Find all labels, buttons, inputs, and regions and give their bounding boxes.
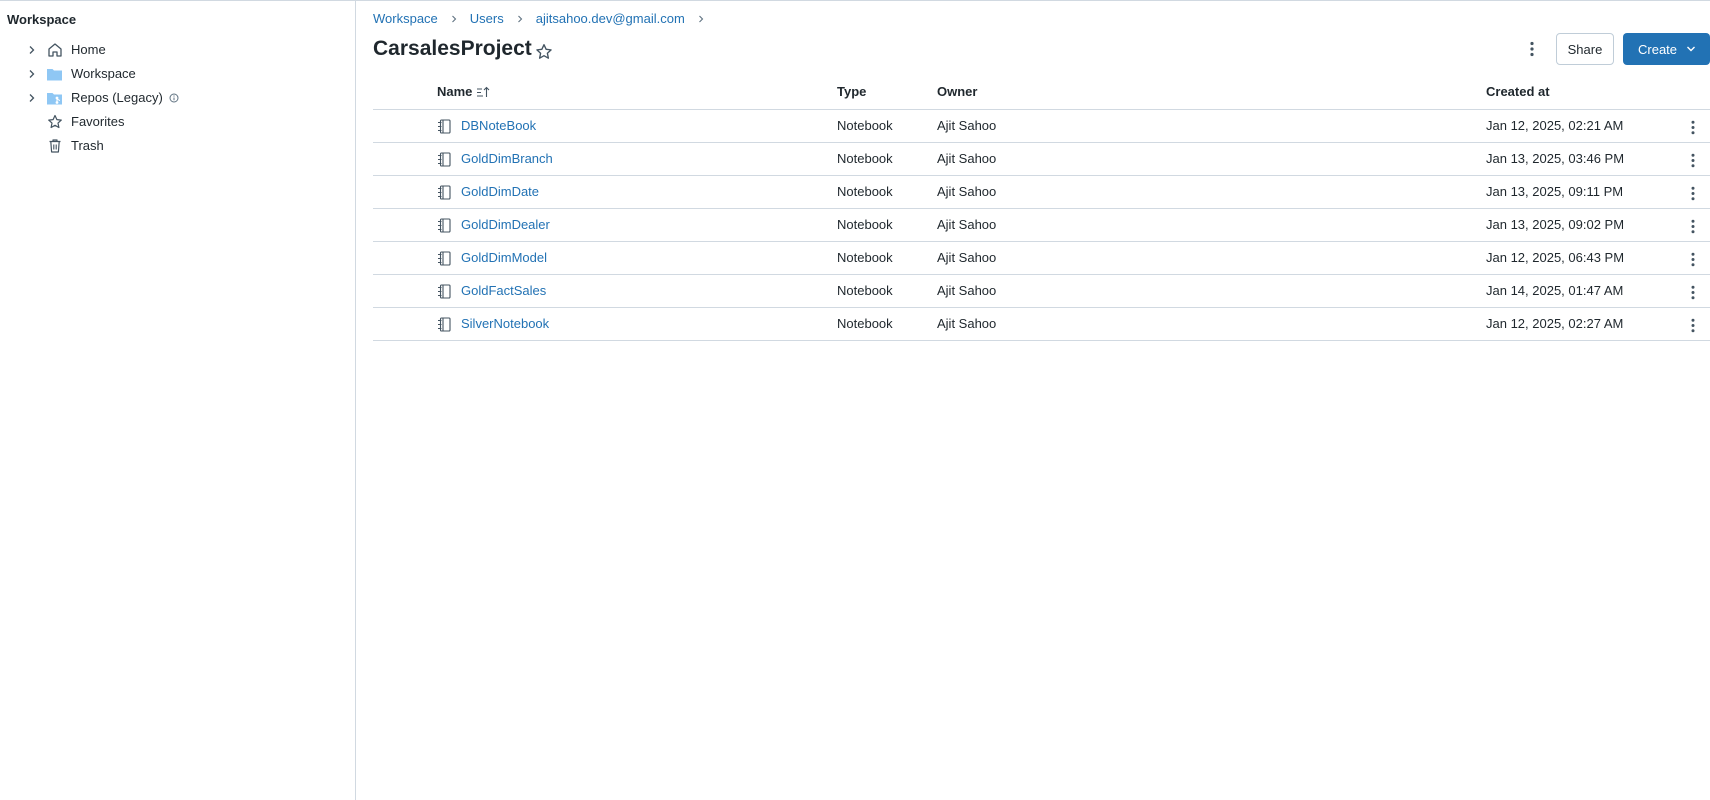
owner-cell: Ajit Sahoo: [937, 184, 997, 199]
column-header-name-label: Name: [437, 84, 473, 99]
table-row[interactable]: GoldDimDealer Notebook Ajit Sahoo Jan 13, 2…: [373, 209, 1710, 242]
created-at-cell: Jan 13, 2025, 09:11 PM: [1486, 184, 1624, 199]
sidebar-item-favorites[interactable]: Favorites: [0, 110, 356, 134]
owner-cell: Ajit Sahoo: [937, 118, 997, 133]
column-header-created[interactable]: Created at: [1486, 84, 1550, 99]
create-button-label: Create: [1638, 41, 1678, 57]
sidebar-item-home[interactable]: Home: [0, 38, 356, 62]
row-more-options-icon[interactable]: [1686, 316, 1700, 334]
breadcrumb: Workspace Users ajitsahoo.dev@gmail.com: [373, 11, 717, 26]
row-more-options-icon[interactable]: [1686, 250, 1700, 268]
created-at-cell: Jan 12, 2025, 02:27 AM: [1486, 316, 1624, 331]
type-cell: Notebook: [837, 316, 893, 331]
column-header-type[interactable]: Type: [837, 84, 866, 99]
owner-cell: Ajit Sahoo: [937, 316, 997, 331]
trash-icon: [46, 138, 63, 154]
notebook-icon: [437, 317, 451, 332]
sidebar-item-label: Trash: [71, 138, 104, 153]
star-icon: [46, 114, 63, 130]
created-at-cell: Jan 12, 2025, 06:43 PM: [1486, 250, 1625, 265]
chevron-right-icon: [449, 14, 459, 24]
sidebar-item-label: Home: [71, 42, 106, 57]
sidebar-item-label: Workspace: [71, 66, 136, 81]
notebook-icon: [437, 218, 451, 233]
folder-icon: [46, 66, 63, 82]
owner-cell: Ajit Sahoo: [937, 250, 997, 265]
notebook-name-link[interactable]: DBNoteBook: [461, 118, 536, 133]
row-more-options-icon[interactable]: [1686, 151, 1700, 169]
type-cell: Notebook: [837, 217, 893, 232]
table-row[interactable]: DBNoteBook Notebook Ajit Sahoo Jan 12, 2025…: [373, 110, 1710, 143]
type-cell: Notebook: [837, 184, 893, 199]
table-row[interactable]: GoldFactSales Notebook Ajit Sahoo Jan 14, 2…: [373, 275, 1710, 308]
page-title: CarsalesProject: [373, 37, 532, 60]
type-cell: Notebook: [837, 118, 893, 133]
notebook-name-link[interactable]: GoldDimBranch: [461, 151, 553, 166]
created-at-cell: Jan 14, 2025, 01:47 AM: [1486, 283, 1624, 298]
created-at-cell: Jan 13, 2025, 03:46 PM: [1486, 151, 1625, 166]
table-row[interactable]: GoldDimBranch Notebook Ajit Sahoo Jan 13, 2…: [373, 143, 1710, 176]
favorite-star-icon[interactable]: [535, 43, 553, 61]
notebook-icon: [437, 185, 451, 200]
chevron-right-icon: [696, 14, 706, 24]
more-options-icon[interactable]: [1524, 38, 1540, 60]
notebook-icon: [437, 152, 451, 167]
workspace-sidebar: Workspace Home Workspace Repos (Legacy) …: [0, 1, 356, 800]
created-at-cell: Jan 13, 2025, 09:02 PM: [1486, 217, 1625, 232]
row-more-options-icon[interactable]: [1686, 217, 1700, 235]
chevron-down-icon: [1686, 44, 1696, 54]
info-icon[interactable]: [169, 91, 179, 106]
owner-cell: Ajit Sahoo: [937, 283, 997, 298]
type-cell: Notebook: [837, 250, 893, 265]
notebook-name-link[interactable]: SilverNotebook: [461, 316, 549, 331]
table-row[interactable]: GoldDimDate Notebook Ajit Sahoo Jan 13, 202…: [373, 176, 1710, 209]
sidebar-item-label: Favorites: [71, 114, 125, 129]
row-more-options-icon[interactable]: [1686, 184, 1700, 202]
notebook-icon: [437, 119, 451, 134]
notebook-icon: [437, 284, 451, 299]
owner-cell: Ajit Sahoo: [937, 217, 997, 232]
breadcrumb-users[interactable]: Users: [470, 11, 504, 26]
chevron-right-icon[interactable]: [26, 68, 38, 80]
table-header: Name Type Owner Created at: [373, 77, 1710, 110]
sidebar-item-label-wrap: Repos (Legacy): [71, 90, 179, 106]
home-icon: [46, 42, 63, 58]
sidebar-item-trash[interactable]: Trash: [0, 134, 356, 158]
notebook-name-link[interactable]: GoldDimDate: [461, 184, 539, 199]
column-header-owner[interactable]: Owner: [937, 84, 977, 99]
workspace-tree: Home Workspace Repos (Legacy) Favorites …: [0, 38, 356, 158]
table-body: DBNoteBook Notebook Ajit Sahoo Jan 12, 2025…: [373, 110, 1710, 341]
sort-ascending-icon[interactable]: [476, 86, 490, 101]
type-cell: Notebook: [837, 283, 893, 298]
notebook-name-link[interactable]: GoldFactSales: [461, 283, 546, 298]
sidebar-title: Workspace: [7, 12, 77, 27]
workspace-table: Name Type Owner Created at DBNoteBook Not…: [373, 77, 1710, 341]
chevron-right-icon: [515, 14, 525, 24]
notebook-name-link[interactable]: GoldDimModel: [461, 250, 547, 265]
sidebar-item-repos[interactable]: Repos (Legacy): [0, 86, 356, 110]
owner-cell: Ajit Sahoo: [937, 151, 997, 166]
table-row[interactable]: SilverNotebook Notebook Ajit Sahoo Jan 12, …: [373, 308, 1710, 341]
created-at-cell: Jan 12, 2025, 02:21 AM: [1486, 118, 1624, 133]
column-header-name[interactable]: Name: [437, 84, 490, 101]
breadcrumb-user-email[interactable]: ajitsahoo.dev@gmail.com: [536, 11, 685, 26]
table-row[interactable]: GoldDimModel Notebook Ajit Sahoo Jan 12, 20…: [373, 242, 1710, 275]
repo-folder-icon: [46, 90, 63, 106]
row-more-options-icon[interactable]: [1686, 118, 1700, 136]
sidebar-item-workspace[interactable]: Workspace: [0, 62, 356, 86]
notebook-name-link[interactable]: GoldDimDealer: [461, 217, 550, 232]
row-more-options-icon[interactable]: [1686, 283, 1700, 301]
sidebar-item-label: Repos (Legacy): [71, 90, 163, 105]
share-button[interactable]: Share: [1556, 33, 1614, 65]
breadcrumb-workspace[interactable]: Workspace: [373, 11, 438, 26]
chevron-right-icon[interactable]: [26, 92, 38, 104]
create-button[interactable]: Create: [1623, 33, 1710, 65]
type-cell: Notebook: [837, 151, 893, 166]
chevron-right-icon[interactable]: [26, 44, 38, 56]
notebook-icon: [437, 251, 451, 266]
